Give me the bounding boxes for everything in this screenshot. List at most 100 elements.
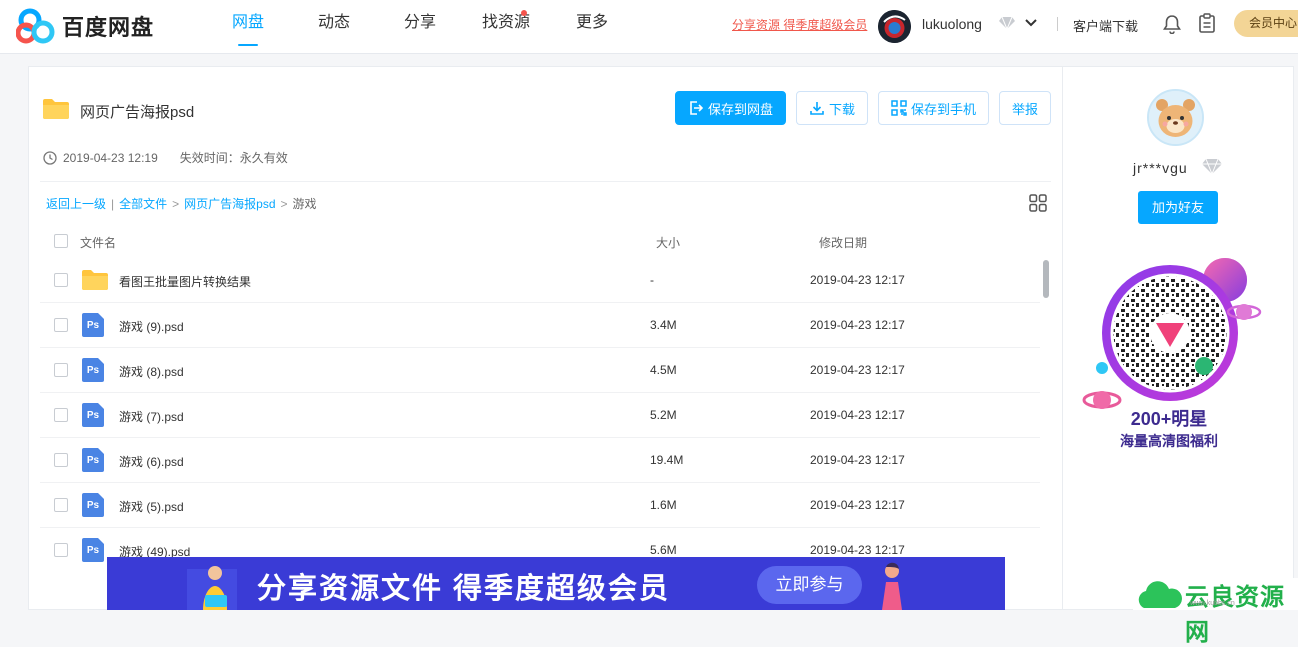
save-to-phone-label: 保存到手机 <box>910 101 976 117</box>
baidu-netdisk-logo[interactable]: 百度网盘 <box>16 8 154 44</box>
share-created-time: 2019-04-23 12:19 <box>63 150 158 165</box>
share-expiry: 失效时间：永久有效 <box>179 151 288 165</box>
file-size: 5.2M <box>650 408 677 422</box>
table-row[interactable]: Ps 游戏 (9).psd 3.4M 2019-04-23 12:17 <box>40 303 1040 348</box>
save-to-phone-button[interactable]: 保存到手机 <box>878 91 989 125</box>
divider <box>40 181 1051 182</box>
folder-icon <box>43 99 69 119</box>
breadcrumb-folder[interactable]: 网页广告海报psd <box>184 195 275 212</box>
file-size: 3.4M <box>650 318 677 332</box>
row-checkbox[interactable] <box>54 453 68 467</box>
breadcrumb: 返回上一级 | 全部文件 > 网页广告海报psd > 游戏 <box>46 195 317 212</box>
breadcrumb-back-link[interactable]: 返回上一级 <box>46 195 106 212</box>
username[interactable]: lukuolong <box>922 16 982 32</box>
watermark-text: 云良资源网 <box>1185 584 1285 646</box>
folder-icon <box>82 270 108 290</box>
column-header-size[interactable]: 大小 <box>656 234 680 251</box>
file-name[interactable]: 游戏 (7).psd <box>119 408 184 425</box>
file-size: 1.6M <box>650 498 677 512</box>
row-checkbox[interactable] <box>54 498 68 512</box>
breadcrumb-arrow-icon: > <box>280 196 288 211</box>
bell-icon[interactable] <box>1163 14 1181 34</box>
nav-find-resources-label: 找资源 <box>481 14 530 31</box>
row-checkbox[interactable] <box>54 543 68 557</box>
share-meta: 2019-04-23 12:19 失效时间：永久有效 <box>43 149 288 166</box>
table-row[interactable]: Ps 游戏 (6).psd 19.4M 2019-04-23 12:17 <box>40 438 1040 483</box>
table-row[interactable]: Ps 游戏 (8).psd 4.5M 2019-04-23 12:17 <box>40 348 1040 393</box>
row-checkbox[interactable] <box>54 363 68 377</box>
watermark-url: www.kubbs.cn <box>1190 600 1235 607</box>
psd-file-icon: Ps <box>82 493 104 517</box>
promo-banner[interactable]: 分享资源文件 得季度超级会员 立即参与 <box>107 557 1005 610</box>
table-row[interactable]: Ps 游戏 (5).psd 1.6M 2019-04-23 12:17 <box>40 483 1040 528</box>
notification-dot <box>521 10 527 16</box>
banner-join-button[interactable]: 立即参与 <box>757 566 862 604</box>
breadcrumb-all-files[interactable]: 全部文件 <box>119 195 167 212</box>
nav-tab-netdisk[interactable]: 网盘 <box>205 0 291 54</box>
column-header-date[interactable]: 修改日期 <box>819 234 867 251</box>
watermark-cloud-icon <box>1138 581 1182 608</box>
chevron-down-icon[interactable] <box>1024 16 1038 30</box>
file-size: 4.5M <box>650 363 677 377</box>
file-name[interactable]: 游戏 (8).psd <box>119 363 184 380</box>
save-to-netdisk-label: 保存到网盘 <box>707 101 773 117</box>
sharer-avatar[interactable] <box>1147 89 1204 146</box>
file-name[interactable]: 游戏 (5).psd <box>119 498 184 515</box>
download-button[interactable]: 下载 <box>796 91 868 125</box>
brand-name: 百度网盘 <box>62 15 155 40</box>
file-size: - <box>650 273 654 287</box>
breadcrumb-current: 游戏 <box>292 197 317 211</box>
file-date: 2019-04-23 12:17 <box>810 318 905 332</box>
nav-tab-more[interactable]: 更多 <box>549 0 635 54</box>
select-all-checkbox[interactable] <box>54 234 68 248</box>
row-checkbox[interactable] <box>54 273 68 287</box>
file-size: 19.4M <box>650 453 684 467</box>
file-date: 2019-04-23 12:17 <box>810 543 905 557</box>
qr-code-icon <box>891 100 907 116</box>
file-list-scrollbar[interactable] <box>1043 260 1049 298</box>
shared-folder-title: 网页广告海报psd <box>80 104 195 121</box>
client-download-link[interactable]: 客户端下载 <box>1073 16 1138 35</box>
banner-headline: 分享资源文件 得季度超级会员 <box>257 573 671 605</box>
woman-illustration-icon <box>882 562 902 610</box>
nav-tab-find-resources[interactable]: 找资源 <box>463 0 549 54</box>
clock-icon <box>43 150 57 165</box>
report-button[interactable]: 举报 <box>999 91 1051 125</box>
psd-file-icon: Ps <box>82 403 104 427</box>
psd-file-icon: Ps <box>82 313 104 337</box>
avatar-image-icon <box>878 10 911 43</box>
file-table-header: 文件名 大小 修改日期 <box>40 229 1051 257</box>
vip-center-button[interactable]: 会员中心 <box>1234 10 1298 37</box>
psd-file-icon: Ps <box>82 538 104 562</box>
file-name[interactable]: 看图王批量图片转换结果 <box>119 273 251 290</box>
file-date: 2019-04-23 12:17 <box>810 273 905 287</box>
psd-file-icon: Ps <box>82 358 104 382</box>
clipboard-icon[interactable] <box>1198 13 1216 33</box>
psd-file-icon: Ps <box>82 448 104 472</box>
nav-tab-activity[interactable]: 动态 <box>291 0 377 54</box>
file-name[interactable]: 游戏 (9).psd <box>119 318 184 335</box>
table-row[interactable]: Ps 游戏 (7).psd 5.2M 2019-04-23 12:17 <box>40 393 1040 438</box>
header-divider <box>1057 17 1058 31</box>
row-checkbox[interactable] <box>54 318 68 332</box>
file-name[interactable]: 游戏 (6).psd <box>119 453 184 470</box>
sharer-name: jr***vgu <box>1133 160 1188 176</box>
table-row[interactable]: 看图王批量图片转换结果 - 2019-04-23 12:17 <box>40 258 1040 303</box>
column-header-name[interactable]: 文件名 <box>80 234 116 251</box>
promo-link[interactable]: 分享资源 得季度超级会员 <box>732 16 867 33</box>
promo-title: 200+明星 <box>1130 409 1208 429</box>
breadcrumb-arrow-icon: > <box>172 196 180 211</box>
file-date: 2019-04-23 12:17 <box>810 453 905 467</box>
user-avatar[interactable] <box>878 10 911 43</box>
row-checkbox[interactable] <box>54 408 68 422</box>
cloud-logo-icon <box>16 8 55 44</box>
add-friend-button[interactable]: 加为好友 <box>1138 191 1218 224</box>
main-nav: 网盘 动态 分享 找资源 更多 <box>205 0 635 54</box>
grid-view-icon[interactable] <box>1029 194 1047 212</box>
save-to-netdisk-button[interactable]: 保存到网盘 <box>675 91 786 125</box>
diamond-icon <box>1202 158 1222 175</box>
nav-tab-share[interactable]: 分享 <box>377 0 463 54</box>
download-label: 下载 <box>828 101 855 117</box>
bear-avatar-icon <box>1149 91 1202 144</box>
save-icon <box>690 101 704 115</box>
